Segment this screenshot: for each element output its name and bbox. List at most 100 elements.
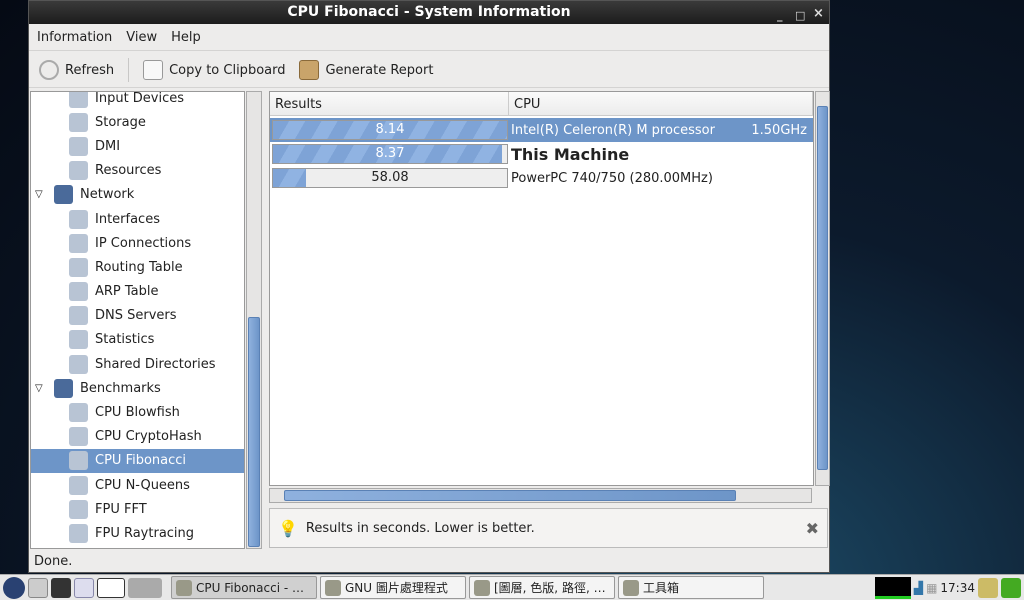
tree-item-arp-table[interactable]: ARP Table [31, 280, 244, 304]
taskbar: CPU Fibonacci - … GNU 圖片處理程式 [圖層, 色版, 路徑, … [0, 574, 1024, 600]
benchmarks-icon [54, 378, 73, 398]
taskbar-task[interactable]: CPU Fibonacci - … [171, 576, 317, 599]
result-bar: 8.37 [272, 144, 508, 164]
tree-item-label: Routing Table [95, 259, 183, 275]
tree-item-fpu-raytracing[interactable]: FPU Raytracing [31, 521, 244, 545]
tree-item-fpu-fft[interactable]: FPU FFT [31, 497, 244, 521]
minimize-button[interactable]: _ [777, 5, 783, 27]
expander-icon[interactable]: ▽ [35, 189, 47, 200]
window-title: CPU Fibonacci - System Information [287, 4, 571, 20]
result-bar: 58.08 [272, 168, 508, 188]
workspace-1[interactable] [97, 577, 125, 598]
tree-item-label: DNS Servers [95, 308, 177, 324]
launcher-icon[interactable] [28, 577, 48, 598]
interfaces-icon [69, 209, 88, 229]
tree-item-dns-servers[interactable]: DNS Servers [31, 304, 244, 328]
maximize-button[interactable]: □ [795, 5, 805, 27]
tree-scrollbar-thumb[interactable] [248, 317, 260, 547]
tree-item-dmi[interactable]: DMI [31, 134, 244, 158]
column-cpu[interactable]: CPU [509, 92, 813, 115]
routing-table-icon [69, 257, 88, 277]
fedora-menu-icon[interactable] [3, 576, 25, 599]
tree-item-label: FPU FFT [95, 501, 147, 517]
task-label: GNU 圖片處理程式 [345, 581, 448, 595]
tree-item-label: IP Connections [95, 235, 192, 251]
refresh-button[interactable]: Refresh [39, 60, 114, 80]
show-desktop-icon[interactable] [74, 577, 94, 598]
clock[interactable]: 17:34 [940, 581, 975, 595]
info-bar: 💡 Results in seconds. Lower is better. ✖ [269, 508, 828, 548]
app-icon [623, 579, 639, 596]
table-vscroll-thumb[interactable] [817, 106, 828, 470]
terminal-icon[interactable] [51, 577, 71, 598]
table-horizontal-scrollbar[interactable] [269, 488, 812, 503]
menu-information[interactable]: Information [37, 30, 112, 45]
tree-item-interfaces[interactable]: Interfaces [31, 207, 244, 231]
tree-item-storage[interactable]: Storage [31, 110, 244, 134]
toolbar: Refresh Copy to Clipboard Generate Repor… [29, 53, 829, 88]
tree-item-label: Resources [95, 163, 162, 179]
result-value: 8.37 [375, 146, 405, 161]
tree-item-resources[interactable]: Resources [31, 159, 244, 183]
resources-icon [69, 161, 88, 181]
tree-scrollbar[interactable] [246, 91, 262, 549]
cpu-name: Intel(R) Celeron(R) M processor [511, 122, 715, 138]
table-vertical-scrollbar[interactable] [815, 91, 830, 486]
refresh-icon [39, 60, 59, 80]
tree-item-shared-directories[interactable]: Shared Directories [31, 352, 244, 376]
tree-item-label: Benchmarks [80, 380, 161, 396]
tree-item-cpu-blowfish[interactable]: CPU Blowfish [31, 400, 244, 424]
copy-to-clipboard-button[interactable]: Copy to Clipboard [143, 60, 285, 80]
title-bar[interactable]: CPU Fibonacci - System Information _ □ × [29, 1, 829, 24]
tree-item-network[interactable]: ▽ Network [31, 183, 244, 207]
taskbar-task[interactable]: [圖層, 色版, 路徑, … [469, 576, 615, 599]
result-bar-fill [273, 169, 306, 187]
arp-table-icon [69, 282, 88, 302]
tree-item-benchmarks[interactable]: ▽ Benchmarks [31, 376, 244, 400]
tree-item-routing-table[interactable]: Routing Table [31, 255, 244, 279]
ip-connections-icon [69, 233, 88, 253]
cpu-frequency: 1.50GHz [751, 122, 807, 138]
taskbar-task[interactable]: 工具箱 [618, 576, 764, 599]
tree-item-label: Input Devices [95, 91, 185, 106]
taskbar-task[interactable]: GNU 圖片處理程式 [320, 576, 466, 599]
workspace-2[interactable] [128, 577, 162, 598]
tree-item-label: FPU Raytracing [95, 525, 195, 541]
cpu-monitor [874, 576, 911, 599]
tree-item-cpu-cryptohash[interactable]: CPU CryptoHash [31, 425, 244, 449]
cpu-nqueens-icon [69, 475, 88, 495]
report-icon [299, 60, 320, 80]
result-value: 58.08 [371, 170, 409, 185]
copy-icon [143, 60, 164, 80]
input-devices-icon [69, 92, 88, 108]
tree-item-cpu-fibonacci[interactable]: CPU Fibonacci [31, 448, 244, 473]
table-hscroll-thumb[interactable] [284, 490, 736, 501]
network-signal-icon: ▟ [913, 580, 924, 595]
table-row[interactable]: 8.14 Intel(R) Celeron(R) M processor 1.5… [270, 118, 813, 142]
table-row[interactable]: 58.08 PowerPC 740/750 (280.00MHz) [270, 166, 813, 190]
tree-item-ip-connections[interactable]: IP Connections [31, 231, 244, 255]
tree-item-label: DMI [95, 138, 121, 154]
exit-icon[interactable] [1001, 577, 1021, 598]
tree-item-input-devices[interactable]: Input Devices [31, 91, 244, 110]
status-bar: Done. [34, 554, 73, 569]
tree-item-label: ARP Table [95, 284, 159, 300]
expander-icon[interactable]: ▽ [35, 383, 47, 394]
results-table: Results CPU 8.14 Intel(R) Celeron(R) M p… [269, 91, 814, 486]
cpu-cryptohash-icon [69, 427, 88, 447]
menu-help[interactable]: Help [171, 30, 201, 45]
menu-view[interactable]: View [126, 30, 157, 45]
close-icon[interactable]: ✖ [806, 519, 819, 538]
table-row[interactable]: 8.37 This Machine [270, 142, 813, 166]
network-icon [54, 185, 73, 205]
close-button[interactable]: × [813, 3, 824, 25]
cpu-fibonacci-icon [69, 451, 88, 471]
generate-report-button[interactable]: Generate Report [299, 60, 433, 80]
fpu-raytracing-icon [69, 523, 88, 543]
tree-item-cpu-n-queens[interactable]: CPU N-Queens [31, 473, 244, 497]
update-icon[interactable] [978, 577, 998, 598]
dns-servers-icon [69, 306, 88, 326]
column-results[interactable]: Results [270, 92, 509, 115]
task-label: [圖層, 色版, 路徑, … [494, 581, 606, 595]
tree-item-statistics[interactable]: Statistics [31, 328, 244, 352]
